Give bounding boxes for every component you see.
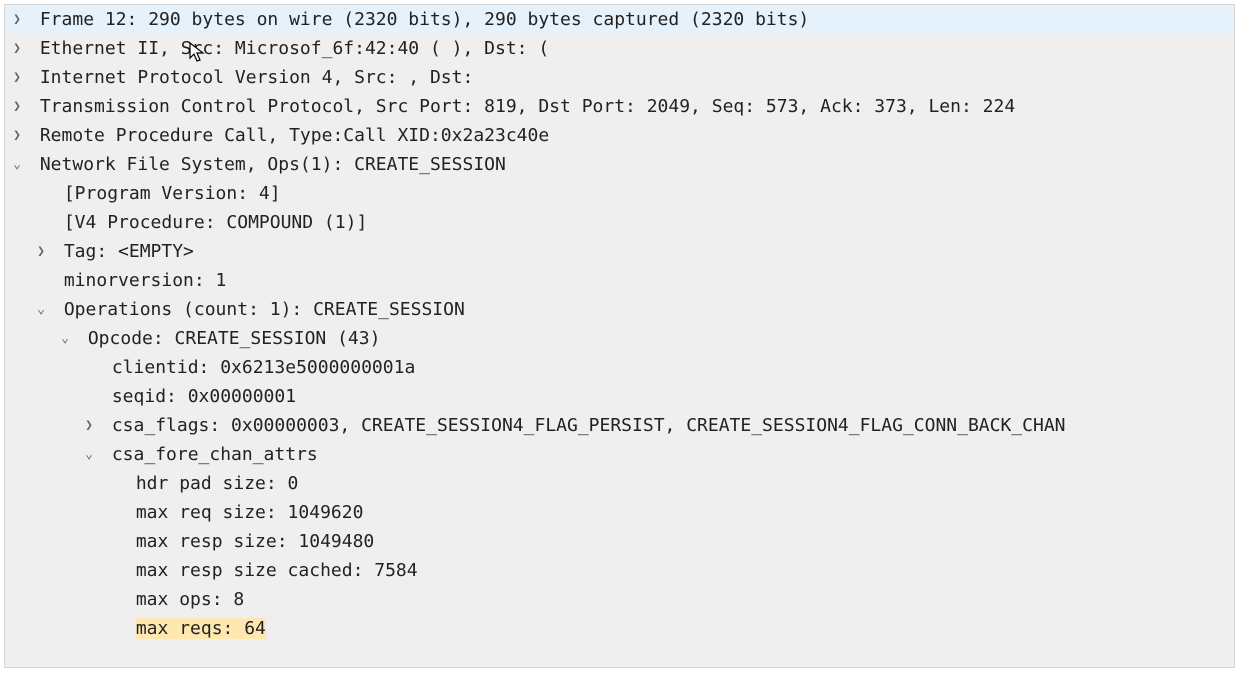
tree-row-csa-flags[interactable]: ❯ csa_flags: 0x00000003, CREATE_SESSION4… (5, 411, 1234, 440)
chevron-right-icon[interactable]: ❯ (5, 63, 29, 92)
nfs-summary: Network File System, Ops(1): CREATE_SESS… (40, 154, 506, 175)
tree-row-ethernet[interactable]: ❯ Ethernet II, Src: Microsof_6f:42:40 ( … (5, 34, 1234, 63)
tree-row-hdr-pad-size[interactable]: hdr pad size: 0 (5, 469, 1234, 498)
tree-row-rpc[interactable]: ❯ Remote Procedure Call, Type:Call XID:0… (5, 121, 1234, 150)
tree-row-max-resp-size[interactable]: max resp size: 1049480 (5, 527, 1234, 556)
chevron-right-icon[interactable]: ❯ (29, 237, 53, 266)
minorversion-field: minorversion: 1 (64, 270, 227, 291)
tree-row-tcp[interactable]: ❯ Transmission Control Protocol, Src Por… (5, 92, 1234, 121)
tcp-summary: Transmission Control Protocol, Src Port:… (40, 96, 1015, 117)
tree-row-seqid[interactable]: seqid: 0x00000001 (5, 382, 1234, 411)
chevron-right-icon[interactable]: ❯ (5, 34, 29, 63)
clientid-field: clientid: 0x6213e5000000001a (112, 357, 415, 378)
chevron-down-icon[interactable]: ⌄ (5, 150, 29, 179)
csa-flags-field: csa_flags: 0x00000003, CREATE_SESSION4_F… (112, 415, 1066, 436)
csa-fore-chan-attrs-field: csa_fore_chan_attrs (112, 444, 318, 465)
tree-row-v4-procedure[interactable]: [V4 Procedure: COMPOUND (1)] (5, 208, 1234, 237)
tree-row-program-version[interactable]: [Program Version: 4] (5, 179, 1234, 208)
chevron-right-icon[interactable]: ❯ (5, 121, 29, 150)
tree-row-max-resp-size-cached[interactable]: max resp size cached: 7584 (5, 556, 1234, 585)
hdr-pad-size-field: hdr pad size: 0 (136, 473, 299, 494)
tag-field: Tag: <EMPTY> (64, 241, 194, 262)
chevron-down-icon[interactable]: ⌄ (77, 440, 101, 469)
tree-row-nfs[interactable]: ⌄ Network File System, Ops(1): CREATE_SE… (5, 150, 1234, 179)
packet-details-pane[interactable]: ❯ Frame 12: 290 bytes on wire (2320 bits… (4, 4, 1235, 668)
chevron-right-icon[interactable]: ❯ (5, 5, 29, 34)
max-resp-size-field: max resp size: 1049480 (136, 531, 374, 552)
rpc-summary: Remote Procedure Call, Type:Call XID:0x2… (40, 125, 549, 146)
tree-row-ipv4[interactable]: ❯ Internet Protocol Version 4, Src: , Ds… (5, 63, 1234, 92)
opcode-field: Opcode: CREATE_SESSION (43) (88, 328, 381, 349)
tree-row-frame[interactable]: ❯ Frame 12: 290 bytes on wire (2320 bits… (5, 5, 1234, 34)
tree-row-max-ops[interactable]: max ops: 8 (5, 585, 1234, 614)
frame-summary: Frame 12: 290 bytes on wire (2320 bits),… (40, 9, 809, 30)
operations-field: Operations (count: 1): CREATE_SESSION (64, 299, 465, 320)
tree-row-max-req-size[interactable]: max req size: 1049620 (5, 498, 1234, 527)
program-version: [Program Version: 4] (64, 183, 281, 204)
max-ops-field: max ops: 8 (136, 589, 244, 610)
tree-row-minorversion[interactable]: minorversion: 1 (5, 266, 1234, 295)
chevron-right-icon[interactable]: ❯ (77, 411, 101, 440)
tree-row-max-reqs[interactable]: max reqs: 64 (5, 614, 1234, 643)
max-reqs-field: max reqs: 64 (136, 618, 266, 639)
ethernet-summary: Ethernet II, Src: Microsof_6f:42:40 ( ),… (40, 38, 549, 59)
chevron-down-icon[interactable]: ⌄ (29, 295, 53, 324)
tree-row-opcode[interactable]: ⌄ Opcode: CREATE_SESSION (43) (5, 324, 1234, 353)
ipv4-summary: Internet Protocol Version 4, Src: , Dst: (40, 67, 473, 88)
chevron-down-icon[interactable]: ⌄ (53, 324, 77, 353)
seqid-field: seqid: 0x00000001 (112, 386, 296, 407)
tree-row-clientid[interactable]: clientid: 0x6213e5000000001a (5, 353, 1234, 382)
max-req-size-field: max req size: 1049620 (136, 502, 364, 523)
tree-row-operations[interactable]: ⌄ Operations (count: 1): CREATE_SESSION (5, 295, 1234, 324)
v4-procedure: [V4 Procedure: COMPOUND (1)] (64, 212, 367, 233)
tree-row-tag[interactable]: ❯ Tag: <EMPTY> (5, 237, 1234, 266)
tree-row-csa-fore-chan-attrs[interactable]: ⌄ csa_fore_chan_attrs (5, 440, 1234, 469)
chevron-right-icon[interactable]: ❯ (5, 92, 29, 121)
max-resp-size-cached-field: max resp size cached: 7584 (136, 560, 418, 581)
